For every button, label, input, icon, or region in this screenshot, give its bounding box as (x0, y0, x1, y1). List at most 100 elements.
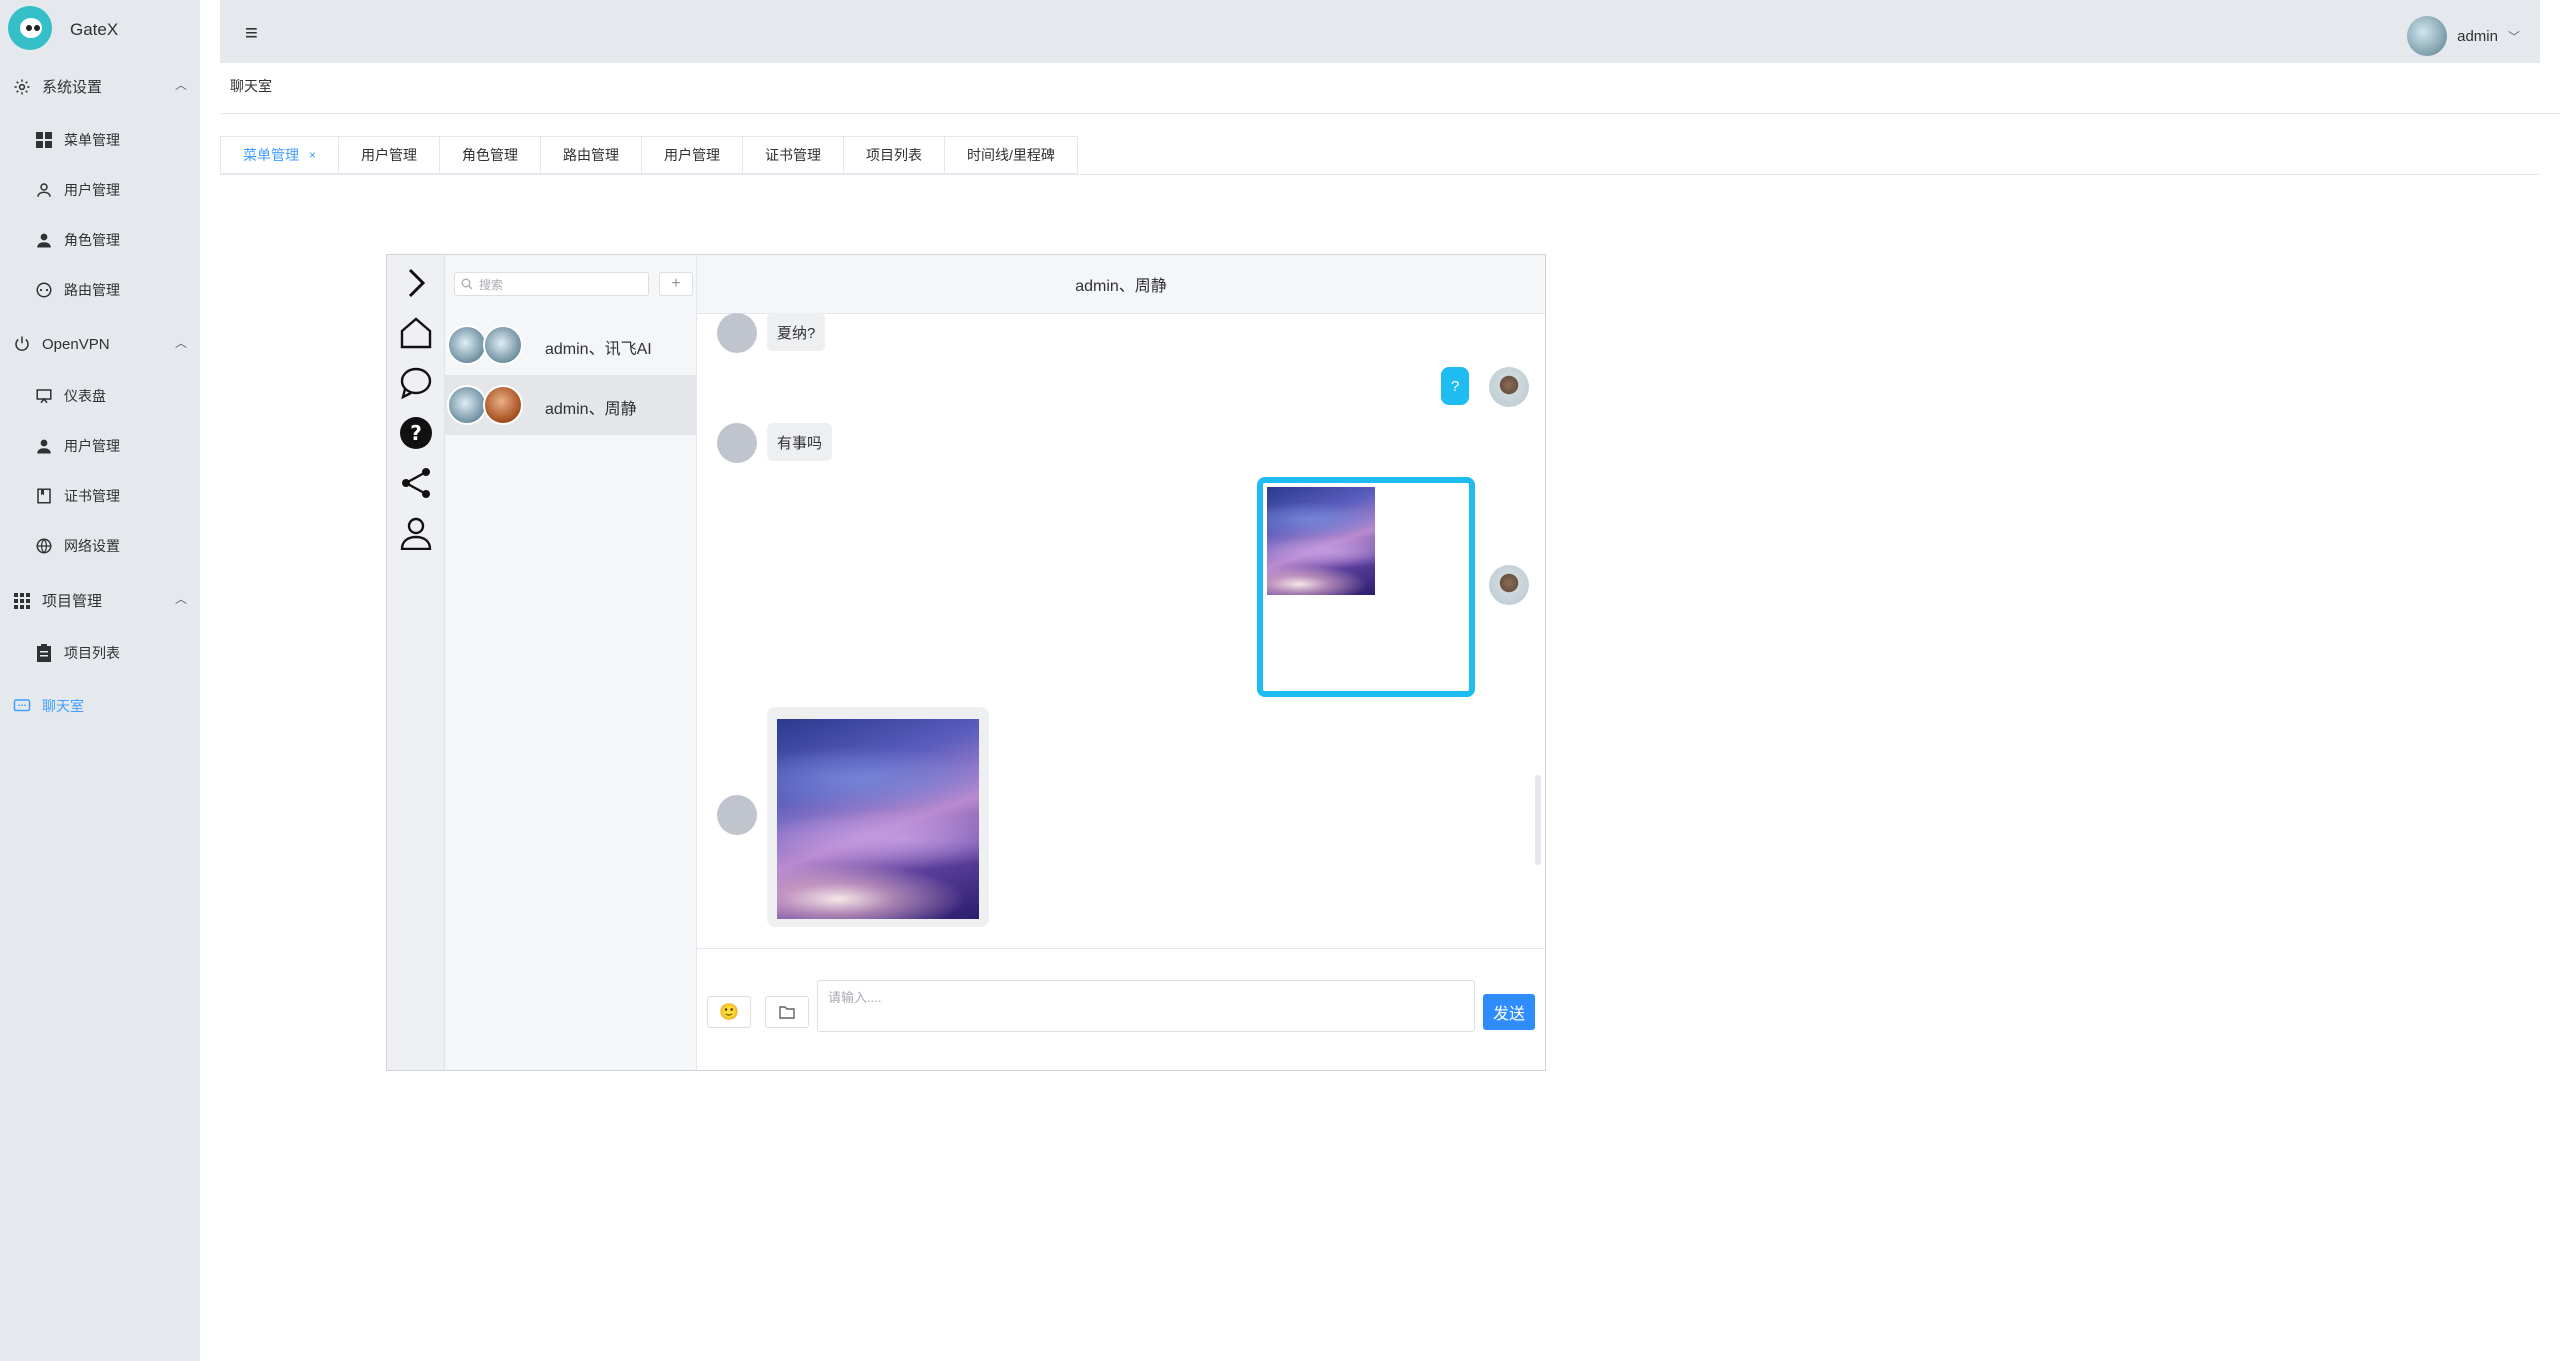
svg-text:?: ? (410, 421, 422, 445)
tab-user-management[interactable]: 用户管理 (339, 137, 441, 173)
menu-item-label: 证书管理 (64, 488, 120, 504)
menu-group-project-management[interactable]: 项目管理 ︿ (12, 590, 187, 611)
message-bubble: 夏纳? (767, 313, 826, 351)
sidebar: GateX 系统设置 ︿ 菜单管理 用户管理 角色管理 路由管理 OpenVPN… (0, 0, 200, 1361)
menu-item-route-management[interactable]: 路由管理 (34, 280, 120, 300)
search-placeholder: 搜索 (479, 277, 504, 292)
avatar (717, 423, 757, 463)
message-bubble-self: ? (1441, 367, 1470, 405)
hamburger-icon[interactable]: ≡ (245, 20, 258, 46)
menu-item-user-management[interactable]: 用户管理 (34, 180, 120, 200)
menu-item-chatroom[interactable]: 聊天室 (12, 696, 84, 716)
avatar (447, 325, 487, 365)
send-button[interactable]: 发送 (1483, 994, 1535, 1030)
tab-label: 时间线/里程碑 (967, 147, 1055, 163)
menu-item-label: 路由管理 (64, 282, 120, 298)
gatex-logo (8, 6, 52, 50)
user-menu[interactable]: admin ﹀ (2407, 16, 2520, 56)
image-message[interactable] (767, 707, 989, 927)
image-thumbnail (777, 719, 979, 919)
emoji-button[interactable]: 🙂 (707, 996, 751, 1028)
avatar (2407, 16, 2448, 56)
avatar (717, 795, 757, 835)
tab-role-management[interactable]: 角色管理 (440, 137, 542, 173)
monitor-icon (34, 386, 54, 406)
menu-group-openvpn[interactable]: OpenVPN ︿ (12, 334, 187, 354)
tab-project-list[interactable]: 项目列表 (844, 137, 946, 173)
menu-item-vpn-users[interactable]: 用户管理 (34, 436, 120, 456)
home-icon[interactable] (398, 315, 434, 351)
menu-item-dashboard[interactable]: 仪表盘 (34, 386, 106, 406)
image-message-self[interactable] (1257, 477, 1475, 697)
expand-chevron-icon[interactable] (398, 265, 434, 301)
tab-cert-management[interactable]: 证书管理 (743, 137, 845, 173)
menu-item-project-list[interactable]: 项目列表 (34, 643, 120, 663)
chat-icon (12, 696, 32, 716)
tab-label: 路由管理 (563, 147, 620, 163)
chevron-up-icon: ︿ (174, 336, 187, 350)
brand-name: GateX (70, 20, 119, 39)
menu-group-label: 项目管理 (42, 593, 103, 610)
menu-item-cert-management[interactable]: 证书管理 (34, 486, 120, 506)
search-icon (461, 278, 473, 290)
chevron-down-icon: ﹀ (2507, 29, 2520, 44)
chat-title: admin、周静 (697, 255, 1545, 314)
tab-label: 证书管理 (765, 147, 822, 163)
certificate-icon (34, 486, 54, 506)
conversation-list: 搜索 + admin、讯飞AI admin、周静 (445, 255, 697, 1070)
folder-icon[interactable] (765, 996, 809, 1028)
message-input[interactable]: 请输入.... (817, 980, 1475, 1032)
tab-label: 用户管理 (664, 147, 721, 163)
network-icon (34, 536, 54, 556)
grid-icon (34, 130, 54, 150)
gear-icon (12, 77, 32, 97)
menu-group-label: OpenVPN (42, 335, 110, 353)
conversation-item[interactable]: admin、讯飞AI (445, 315, 696, 375)
avatar (1489, 565, 1529, 605)
apps-icon (12, 591, 32, 611)
user-outline-icon (34, 180, 54, 200)
chat-main: admin、周静 夏纳? ? 有事吗 🙂 请输入.... 发送 (697, 255, 1545, 1070)
conversation-name: admin、周静 (545, 401, 637, 418)
avatar (447, 385, 487, 425)
tab-menu-management[interactable]: 菜单管理 × (221, 137, 340, 173)
message-bubble: 有事吗 (767, 423, 833, 461)
menu-item-label: 项目列表 (64, 645, 120, 661)
menu-item-menu-management[interactable]: 菜单管理 (34, 130, 120, 150)
tab-vpn-user-management[interactable]: 用户管理 (642, 137, 744, 173)
search-input[interactable]: 搜索 (454, 272, 649, 296)
clipboard-icon (34, 643, 54, 663)
profile-icon[interactable] (398, 515, 434, 551)
divider (220, 174, 2540, 175)
add-conversation-button[interactable]: + (659, 272, 693, 296)
chat-toolbar: ? (387, 255, 445, 1070)
tab-label: 项目列表 (866, 147, 923, 163)
menu-group-system-settings[interactable]: 系统设置 ︿ (12, 76, 187, 97)
route-icon (34, 280, 54, 300)
image-thumbnail (1267, 487, 1375, 595)
menu-item-role-management[interactable]: 角色管理 (34, 230, 120, 250)
scrollbar[interactable] (1535, 775, 1541, 865)
share-icon[interactable] (398, 465, 434, 501)
message-composer: 🙂 请输入.... 发送 (697, 948, 1545, 1070)
conversation-item[interactable]: admin、周静 (445, 375, 696, 435)
user-filled-icon (34, 436, 54, 456)
divider (220, 113, 2560, 114)
menu-item-label: 网络设置 (64, 538, 120, 554)
message-icon[interactable] (398, 365, 434, 401)
menu-item-network-settings[interactable]: 网络设置 (34, 536, 120, 556)
help-icon[interactable]: ? (398, 415, 434, 451)
username: admin (2457, 27, 2498, 45)
conversation-name: admin、讯飞AI (545, 341, 652, 358)
tab-route-management[interactable]: 路由管理 (541, 137, 643, 173)
close-icon[interactable]: × (309, 148, 316, 162)
avatar (483, 385, 523, 425)
menu-item-label: 聊天室 (42, 698, 84, 714)
tab-label: 用户管理 (361, 147, 418, 163)
tab-label: 菜单管理 (243, 147, 299, 163)
chat-window: ? 搜索 + admin、讯飞AI admin、周静 admin、周静 夏纳? (386, 254, 1546, 1071)
tab-timeline[interactable]: 时间线/里程碑 (945, 137, 1077, 173)
tab-bar: 菜单管理 × 用户管理 角色管理 路由管理 用户管理 证书管理 项目列表 时间线… (220, 136, 1078, 174)
avatar (1489, 367, 1529, 407)
avatar (717, 313, 757, 353)
